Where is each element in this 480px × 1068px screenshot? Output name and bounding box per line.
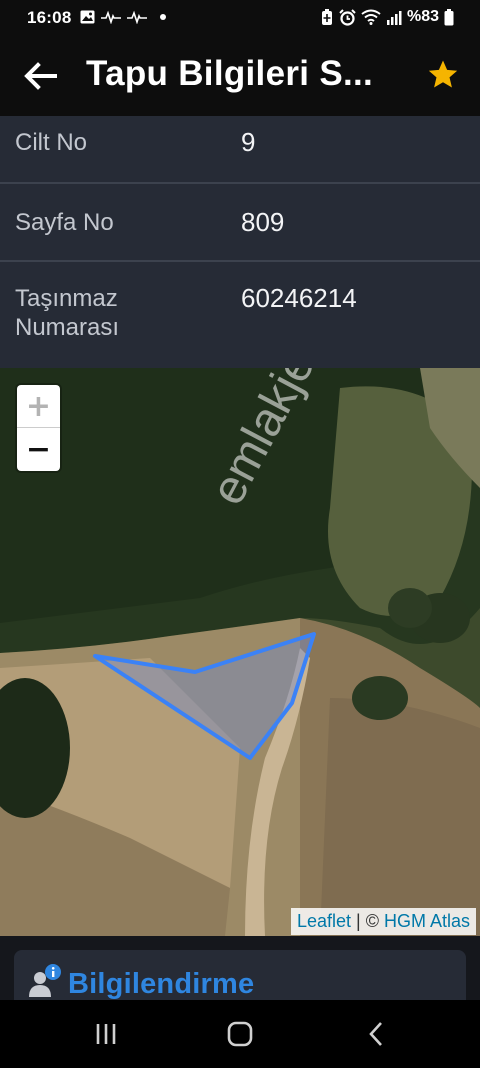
status-time: 16:08	[27, 8, 72, 27]
signal-icon	[386, 10, 402, 25]
info-panel: Bilgilendirme	[0, 936, 480, 1010]
info-value: 809	[241, 207, 285, 237]
home-button[interactable]	[220, 1018, 260, 1050]
back-button[interactable]	[20, 56, 60, 96]
app-bar: Tapu Bilgileri S...	[0, 36, 480, 116]
info-table: Cilt No 9 Sayfa No 809 Taşınmaz Numarası…	[0, 116, 480, 368]
zoom-control: + −	[17, 385, 60, 471]
info-value: 9	[241, 127, 256, 157]
system-nav-bar	[0, 1000, 480, 1068]
user-info-icon	[29, 964, 61, 997]
heartbeat-icon	[101, 10, 121, 24]
wifi-icon	[361, 9, 381, 25]
arrow-left-icon	[24, 62, 57, 90]
info-label: Taşınmaz Numarası	[15, 285, 120, 341]
info-label: Sayfa No	[15, 209, 114, 236]
status-right: %83	[320, 8, 454, 26]
info-value: 60246214	[241, 283, 357, 313]
attribution-separator: | ©	[351, 911, 384, 931]
panel-title: Bilgilendirme	[68, 968, 255, 1000]
zoom-out-button[interactable]: −	[17, 428, 60, 471]
battery-saver-icon	[321, 9, 332, 25]
page-title: Tapu Bilgileri S...	[86, 54, 374, 93]
map-attribution: Leaflet | © HGM Atlas	[290, 908, 476, 935]
nav-back-button[interactable]	[356, 1018, 396, 1050]
info-row-sayfa: Sayfa No 809	[0, 184, 480, 262]
hgm-atlas-link[interactable]: HGM Atlas	[384, 911, 470, 931]
home-icon	[227, 1021, 253, 1047]
status-bar: 16:08 %83	[0, 0, 480, 36]
leaflet-link[interactable]: Leaflet	[297, 911, 351, 931]
recent-apps-icon	[96, 1024, 116, 1044]
info-row-cilt: Cilt No 9	[0, 116, 480, 184]
recent-apps-button[interactable]	[86, 1018, 126, 1050]
heartbeat-icon	[127, 10, 147, 24]
battery-percent: %83	[406, 8, 439, 25]
battery-icon	[444, 8, 454, 25]
image-icon	[80, 10, 95, 24]
map-view[interactable]: emlakjet.com + − Leaflet | © HGM Atlas	[0, 368, 480, 936]
info-row-tasinmaz: Taşınmaz Numarası 60246214	[0, 262, 480, 368]
dot-icon	[160, 14, 166, 20]
alarm-icon	[339, 8, 356, 26]
favorite-button[interactable]	[426, 58, 462, 94]
zoom-in-button[interactable]: +	[17, 385, 60, 428]
status-left-icons	[80, 10, 167, 24]
star-icon	[428, 60, 458, 88]
info-label: Cilt No	[15, 129, 88, 156]
back-nav-icon	[369, 1022, 382, 1046]
